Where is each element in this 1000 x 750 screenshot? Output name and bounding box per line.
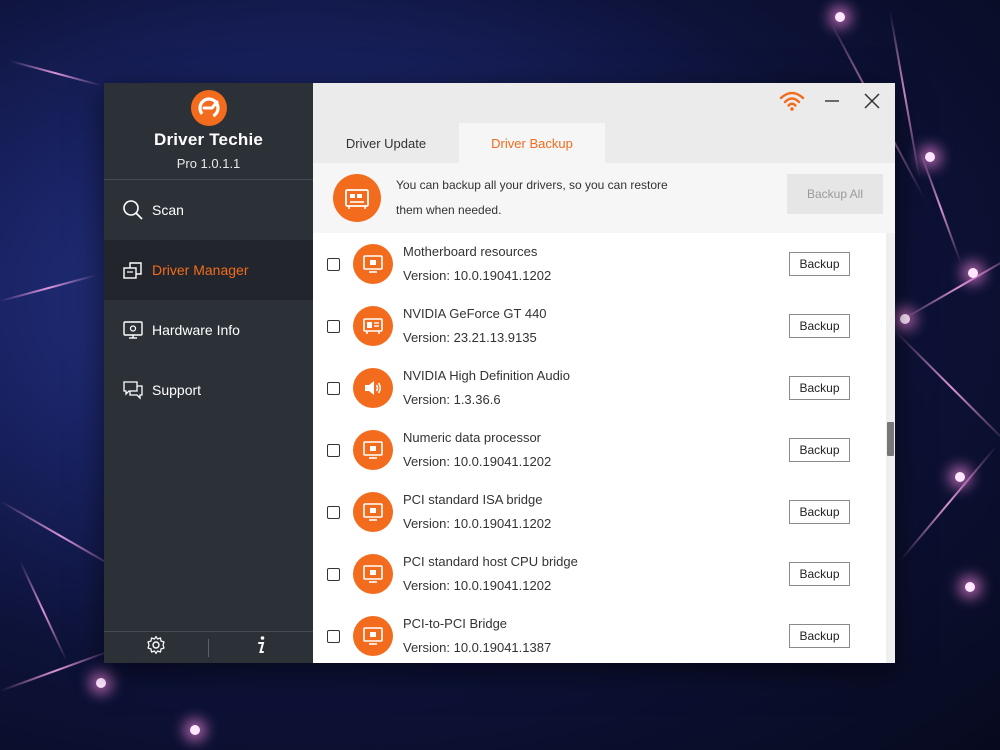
tab-driver-backup[interactable]: Driver Backup: [459, 123, 605, 163]
sidebar-item-driver-manager[interactable]: Driver Manager: [104, 240, 313, 300]
main-panel: Driver Update Driver Backup You can back…: [313, 83, 895, 663]
backup-button[interactable]: Backup: [789, 252, 850, 276]
search-icon: [122, 199, 144, 221]
table-row: PCI standard host CPU bridge Version: 10…: [313, 543, 885, 605]
settings-button[interactable]: [104, 632, 208, 663]
backup-button[interactable]: Backup: [789, 376, 850, 400]
backup-button[interactable]: Backup: [789, 438, 850, 462]
backup-banner: You can backup all your drivers, so you …: [313, 163, 895, 233]
table-row: PCI-to-PCI Bridge Version: 10.0.19041.13…: [313, 605, 885, 663]
monitor-icon: [122, 319, 144, 341]
info-icon: [254, 635, 268, 660]
monitor-icon: [353, 244, 393, 284]
sidebar-item-hardware-info[interactable]: Hardware Info: [104, 300, 313, 360]
driver-version: Version: 10.0.19041.1202: [403, 454, 552, 469]
backup-button[interactable]: Backup: [789, 562, 850, 586]
backup-button[interactable]: Backup: [789, 500, 850, 524]
driver-name: Motherboard resources: [403, 244, 538, 259]
banner-message: You can backup all your drivers, so you …: [396, 173, 696, 223]
sidebar-item-label: Driver Manager: [152, 262, 249, 278]
driver-version: Version: 23.21.13.9135: [403, 330, 537, 345]
row-checkbox[interactable]: [327, 505, 340, 519]
row-checkbox[interactable]: [327, 443, 340, 457]
speaker-icon: [353, 368, 393, 408]
driver-name: PCI standard ISA bridge: [403, 492, 543, 507]
sidebar-item-label: Scan: [152, 202, 184, 218]
graphics-card-icon: [353, 306, 393, 346]
minimize-button[interactable]: [817, 88, 847, 118]
row-checkbox[interactable]: [327, 567, 340, 581]
row-checkbox[interactable]: [327, 629, 340, 643]
backup-button[interactable]: Backup: [789, 624, 850, 648]
banner-line-1: You can backup all your drivers, so you …: [396, 178, 668, 192]
table-row: Numeric data processor Version: 10.0.190…: [313, 419, 885, 481]
driver-list: Motherboard resources Version: 10.0.1904…: [313, 233, 895, 663]
brand-header: Driver Techie Pro 1.0.1.1: [104, 83, 313, 180]
driver-name: PCI standard host CPU bridge: [403, 554, 578, 569]
minimize-icon: [823, 92, 841, 115]
tab-bar: Driver Update Driver Backup: [313, 123, 895, 163]
backup-all-button[interactable]: Backup All: [787, 174, 883, 214]
driver-name: PCI-to-PCI Bridge: [403, 616, 508, 631]
sidebar-item-label: Hardware Info: [152, 322, 240, 338]
driver-info: NVIDIA GeForce GT 440 Version: 23.21.13.…: [403, 302, 547, 350]
app-version: Pro 1.0.1.1: [176, 156, 241, 171]
backup-drive-icon: [333, 174, 381, 222]
banner-line-2: them when needed.: [396, 203, 502, 217]
wifi-button[interactable]: [777, 88, 807, 118]
sidebar-item-label: Support: [152, 382, 202, 398]
driver-info: PCI standard host CPU bridge Version: 10…: [403, 550, 578, 598]
driver-version: Version: 10.0.19041.1202: [403, 268, 552, 283]
driver-name: Numeric data processor: [403, 430, 541, 445]
app-logo-icon: [190, 90, 227, 126]
driver-info: Motherboard resources Version: 10.0.1904…: [403, 240, 551, 288]
gear-icon: [146, 635, 166, 660]
row-checkbox[interactable]: [327, 257, 340, 271]
driver-version: Version: 10.0.19041.1202: [403, 516, 552, 531]
sidebar-footer: [104, 631, 313, 663]
close-button[interactable]: [857, 88, 887, 118]
monitor-icon: [353, 554, 393, 594]
driver-info: PCI standard ISA bridge Version: 10.0.19…: [403, 488, 551, 536]
wifi-icon: [779, 90, 805, 117]
driver-info: NVIDIA High Definition Audio Version: 1.…: [403, 364, 570, 412]
driver-name: NVIDIA GeForce GT 440: [403, 306, 547, 321]
monitor-icon: [353, 492, 393, 532]
table-row: NVIDIA GeForce GT 440 Version: 23.21.13.…: [313, 295, 885, 357]
backup-button[interactable]: Backup: [789, 314, 850, 338]
table-row: NVIDIA High Definition Audio Version: 1.…: [313, 357, 885, 419]
driver-version: Version: 10.0.19041.1387: [403, 640, 552, 655]
table-row: Motherboard resources Version: 10.0.1904…: [313, 233, 885, 295]
chat-icon: [122, 379, 144, 401]
monitor-icon: [353, 430, 393, 470]
info-button[interactable]: [209, 632, 313, 663]
row-checkbox[interactable]: [327, 381, 340, 395]
driver-manager-icon: [122, 259, 144, 281]
row-checkbox[interactable]: [327, 319, 340, 333]
driver-version: Version: 10.0.19041.1202: [403, 578, 552, 593]
sidebar: Driver Techie Pro 1.0.1.1 Scan Driver Ma…: [104, 83, 313, 663]
driver-version: Version: 1.3.36.6: [403, 392, 501, 407]
driver-name: NVIDIA High Definition Audio: [403, 368, 570, 383]
list-scrollbar[interactable]: [886, 233, 895, 663]
driver-info: PCI-to-PCI Bridge Version: 10.0.19041.13…: [403, 612, 551, 660]
app-name: Driver Techie: [153, 130, 264, 149]
table-row: PCI standard ISA bridge Version: 10.0.19…: [313, 481, 885, 543]
scrollbar-thumb[interactable]: [887, 422, 894, 456]
driver-info: Numeric data processor Version: 10.0.190…: [403, 426, 551, 474]
tab-driver-update[interactable]: Driver Update: [313, 123, 459, 163]
sidebar-item-scan[interactable]: Scan: [104, 180, 313, 240]
app-window: Driver Techie Pro 1.0.1.1 Scan Driver Ma…: [104, 83, 895, 663]
title-bar: [313, 83, 895, 123]
sidebar-item-support[interactable]: Support: [104, 360, 313, 420]
monitor-icon: [353, 616, 393, 656]
close-icon: [863, 92, 881, 115]
